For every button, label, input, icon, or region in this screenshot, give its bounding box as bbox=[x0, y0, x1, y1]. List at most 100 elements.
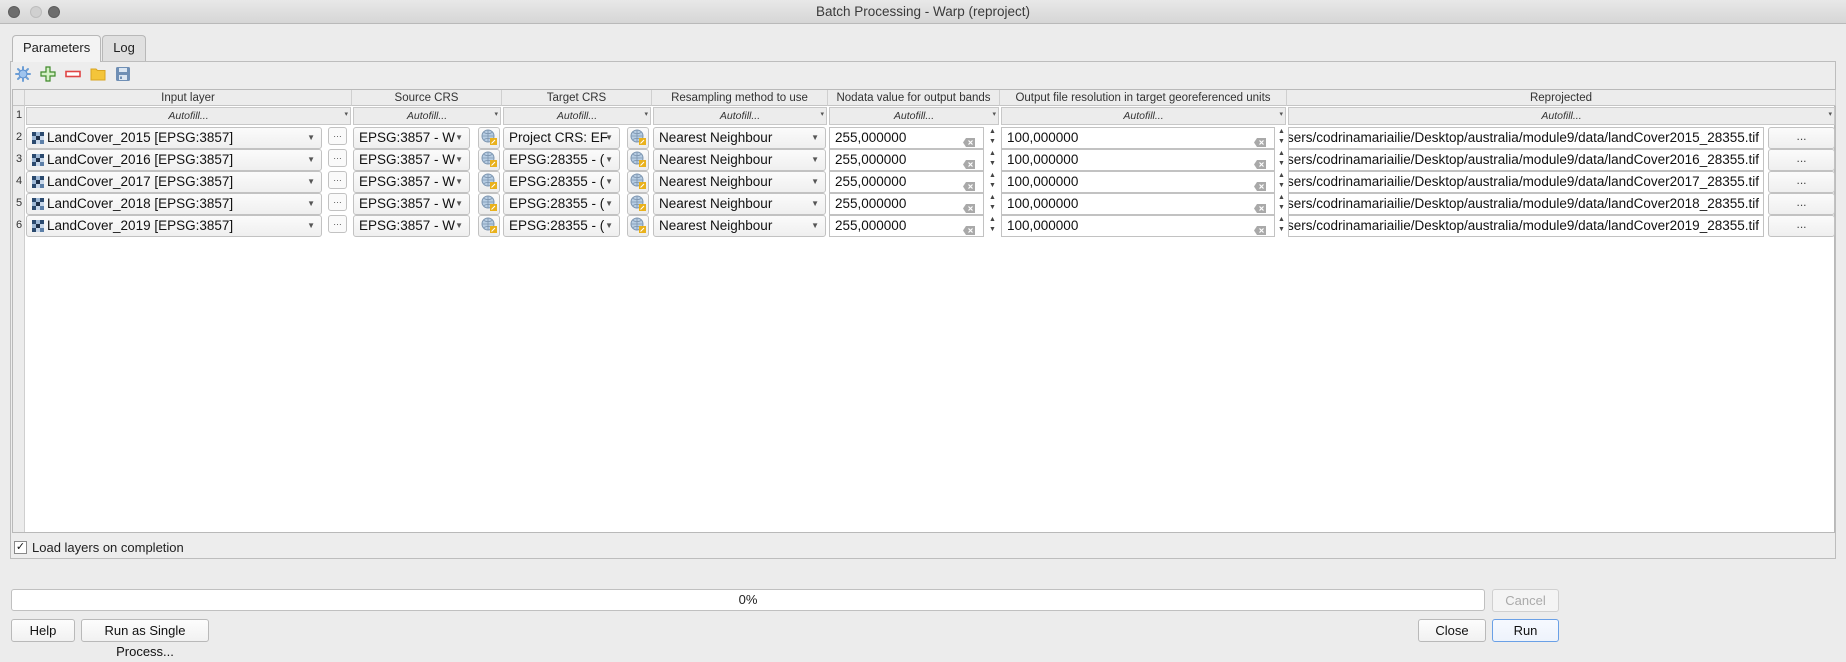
clear-icon[interactable] bbox=[963, 199, 975, 213]
resampling-combo[interactable]: Nearest Neighbour ▼ bbox=[653, 193, 826, 215]
output-file-field[interactable]: /Users/codrinamariailie/Desktop/australi… bbox=[1288, 171, 1764, 193]
run-button[interactable]: Run bbox=[1492, 619, 1559, 642]
input-layer-browse-button[interactable]: … bbox=[328, 149, 347, 167]
clear-icon[interactable] bbox=[1254, 221, 1266, 235]
resolution-spinner[interactable]: ▲ ▼ bbox=[1276, 215, 1287, 237]
resolution-field[interactable]: 100,000000 bbox=[1001, 171, 1275, 193]
source-crs-select-button[interactable] bbox=[478, 149, 500, 171]
save-icon[interactable] bbox=[114, 65, 132, 83]
tab-parameters[interactable]: Parameters bbox=[12, 35, 102, 62]
resolution-field[interactable]: 100,000000 bbox=[1001, 193, 1275, 215]
input-layer-combo[interactable]: LandCover_2019 [EPSG:3857] ▼ bbox=[26, 215, 322, 237]
autofill-input-layer[interactable]: Autofill... ▾ bbox=[26, 107, 351, 125]
input-layer-browse-button[interactable]: … bbox=[328, 171, 347, 189]
window-minimize-button[interactable] bbox=[30, 6, 42, 18]
open-folder-icon[interactable] bbox=[89, 65, 107, 83]
target-crs-select-button[interactable] bbox=[627, 171, 649, 193]
output-file-field[interactable]: /Users/codrinamariailie/Desktop/australi… bbox=[1288, 149, 1764, 171]
window-close-button[interactable] bbox=[8, 6, 20, 18]
autofill-resampling[interactable]: Autofill... ▾ bbox=[653, 107, 827, 125]
cancel-button[interactable]: Cancel bbox=[1492, 589, 1559, 612]
source-crs-select-button[interactable] bbox=[478, 193, 500, 215]
output-file-browse-button[interactable]: ... bbox=[1768, 127, 1835, 149]
input-layer-combo[interactable]: LandCover_2017 [EPSG:3857] ▼ bbox=[26, 171, 322, 193]
output-file-field[interactable]: /Users/codrinamariailie/Desktop/australi… bbox=[1288, 127, 1764, 149]
nodata-spinner[interactable]: ▲ ▼ bbox=[987, 215, 998, 237]
output-file-browse-button[interactable]: ... bbox=[1768, 215, 1835, 237]
column-header-resampling[interactable]: Resampling method to use bbox=[652, 90, 828, 106]
target-crs-select-button[interactable] bbox=[627, 149, 649, 171]
autofill-source-crs[interactable]: Autofill... ▾ bbox=[353, 107, 501, 125]
output-file-browse-button[interactable]: ... bbox=[1768, 193, 1835, 215]
nodata-spinner[interactable]: ▲ ▼ bbox=[987, 127, 998, 149]
column-header-resolution[interactable]: Output file resolution in target georefe… bbox=[1000, 90, 1287, 106]
nodata-field[interactable]: 255,000000 bbox=[829, 127, 984, 149]
target-crs-select-button[interactable] bbox=[627, 193, 649, 215]
nodata-field[interactable]: 255,000000 bbox=[829, 171, 984, 193]
output-file-browse-button[interactable]: ... bbox=[1768, 149, 1835, 171]
input-layer-browse-button[interactable]: … bbox=[328, 127, 347, 145]
nodata-field[interactable]: 255,000000 bbox=[829, 193, 984, 215]
column-header-source-crs[interactable]: Source CRS bbox=[352, 90, 502, 106]
resolution-field[interactable]: 100,000000 bbox=[1001, 127, 1275, 149]
output-file-browse-button[interactable]: ... bbox=[1768, 171, 1835, 193]
autofill-target-crs[interactable]: Autofill... ▾ bbox=[503, 107, 651, 125]
target-crs-select-button[interactable] bbox=[627, 215, 649, 237]
resolution-field[interactable]: 100,000000 bbox=[1001, 149, 1275, 171]
source-crs-combo[interactable]: EPSG:3857 - W ▼ bbox=[353, 193, 470, 215]
resampling-combo[interactable]: Nearest Neighbour ▼ bbox=[653, 171, 826, 193]
resolution-field[interactable]: 100,000000 bbox=[1001, 215, 1275, 237]
clear-icon[interactable] bbox=[963, 133, 975, 147]
window-zoom-button[interactable] bbox=[48, 6, 60, 18]
autofill-resolution[interactable]: Autofill... ▾ bbox=[1001, 107, 1286, 125]
source-crs-select-button[interactable] bbox=[478, 171, 500, 193]
target-crs-combo[interactable]: EPSG:28355 - ( ▼ bbox=[503, 149, 620, 171]
nodata-spinner[interactable]: ▲ ▼ bbox=[987, 193, 998, 215]
clear-icon[interactable] bbox=[1254, 133, 1266, 147]
target-crs-combo[interactable]: EPSG:28355 - ( ▼ bbox=[503, 193, 620, 215]
nodata-spinner[interactable]: ▲ ▼ bbox=[987, 171, 998, 193]
clear-icon[interactable] bbox=[1254, 199, 1266, 213]
target-crs-combo[interactable]: EPSG:28355 - ( ▼ bbox=[503, 215, 620, 237]
autofill-nodata[interactable]: Autofill... ▾ bbox=[829, 107, 999, 125]
resampling-combo[interactable]: Nearest Neighbour ▼ bbox=[653, 127, 826, 149]
column-header-nodata[interactable]: Nodata value for output bands bbox=[828, 90, 1000, 106]
column-header-reprojected[interactable]: Reprojected bbox=[1287, 90, 1836, 106]
source-crs-combo[interactable]: EPSG:3857 - W ▼ bbox=[353, 171, 470, 193]
run-as-single-process-button[interactable]: Run as Single Process... bbox=[81, 619, 209, 659]
output-file-field[interactable]: /Users/codrinamariailie/Desktop/australi… bbox=[1288, 193, 1764, 215]
clear-icon[interactable] bbox=[1254, 155, 1266, 169]
clear-icon[interactable] bbox=[963, 177, 975, 191]
source-crs-select-button[interactable] bbox=[478, 215, 500, 237]
target-crs-combo[interactable]: EPSG:28355 - ( ▼ bbox=[503, 171, 620, 193]
help-button[interactable]: Help bbox=[11, 619, 75, 642]
remove-row-icon[interactable] bbox=[64, 65, 82, 83]
target-crs-select-button[interactable] bbox=[627, 127, 649, 149]
resolution-spinner[interactable]: ▲ ▼ bbox=[1276, 193, 1287, 215]
column-header-target-crs[interactable]: Target CRS bbox=[502, 90, 652, 106]
input-layer-browse-button[interactable]: … bbox=[328, 193, 347, 211]
source-crs-combo[interactable]: EPSG:3857 - W ▼ bbox=[353, 149, 470, 171]
source-crs-combo[interactable]: EPSG:3857 - W ▼ bbox=[353, 215, 470, 237]
autofill-reprojected[interactable]: Autofill... ▾ bbox=[1288, 107, 1835, 125]
input-layer-browse-button[interactable]: … bbox=[328, 215, 347, 233]
tab-log[interactable]: Log bbox=[102, 35, 146, 61]
input-layer-combo[interactable]: LandCover_2016 [EPSG:3857] ▼ bbox=[26, 149, 322, 171]
resampling-combo[interactable]: Nearest Neighbour ▼ bbox=[653, 149, 826, 171]
load-layers-option[interactable]: ✓ Load layers on completion bbox=[14, 540, 184, 555]
clear-icon[interactable] bbox=[963, 221, 975, 235]
resampling-combo[interactable]: Nearest Neighbour ▼ bbox=[653, 215, 826, 237]
source-crs-select-button[interactable] bbox=[478, 127, 500, 149]
resolution-spinner[interactable]: ▲ ▼ bbox=[1276, 127, 1287, 149]
nodata-field[interactable]: 255,000000 bbox=[829, 215, 984, 237]
nodata-field[interactable]: 255,000000 bbox=[829, 149, 984, 171]
close-button[interactable]: Close bbox=[1418, 619, 1486, 642]
resolution-spinner[interactable]: ▲ ▼ bbox=[1276, 171, 1287, 193]
nodata-spinner[interactable]: ▲ ▼ bbox=[987, 149, 998, 171]
load-layers-checkbox[interactable]: ✓ bbox=[14, 541, 27, 554]
output-file-field[interactable]: /Users/codrinamariailie/Desktop/australi… bbox=[1288, 215, 1764, 237]
source-crs-combo[interactable]: EPSG:3857 - W ▼ bbox=[353, 127, 470, 149]
clear-icon[interactable] bbox=[963, 155, 975, 169]
column-header-input-layer[interactable]: Input layer bbox=[25, 90, 352, 106]
input-layer-combo[interactable]: LandCover_2018 [EPSG:3857] ▼ bbox=[26, 193, 322, 215]
